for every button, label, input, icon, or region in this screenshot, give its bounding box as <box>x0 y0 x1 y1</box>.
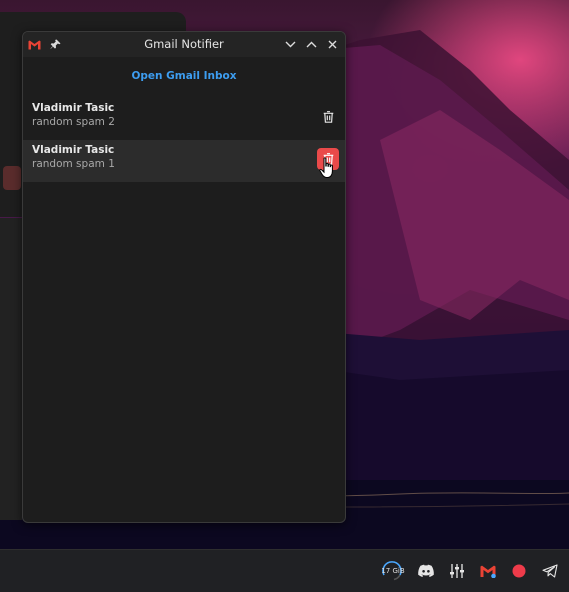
email-item[interactable]: Vladimir Tasic random spam 2 <box>23 98 345 140</box>
email-sender: Vladimir Tasic <box>32 102 115 114</box>
gmail-logo-icon <box>28 40 41 50</box>
background-window-button <box>3 166 21 190</box>
titlebar-left <box>23 39 88 50</box>
hand-pointer-cursor <box>319 157 333 178</box>
email-sender: Vladimir Tasic <box>32 144 115 156</box>
email-subject: random spam 2 <box>32 116 115 128</box>
gmail-icon[interactable] <box>477 560 499 582</box>
email-subject: random spam 1 <box>32 158 115 170</box>
titlebar: Gmail Notifier <box>23 32 345 57</box>
pin-icon[interactable] <box>50 39 61 50</box>
delete-button[interactable] <box>317 106 339 128</box>
chevron-down-icon[interactable] <box>282 36 299 53</box>
memory-label: 17 GiB <box>381 567 405 575</box>
memory-indicator-icon[interactable]: 17 GiB <box>380 560 406 582</box>
email-item[interactable]: Vladimir Tasic random spam 1 <box>23 140 345 182</box>
record-icon[interactable] <box>508 560 530 582</box>
email-list: Vladimir Tasic random spam 2 Vladimir Ta… <box>23 98 345 182</box>
telegram-icon[interactable] <box>539 560 561 582</box>
close-icon[interactable] <box>324 36 341 53</box>
trash-icon <box>323 111 334 123</box>
window-controls <box>282 32 341 57</box>
audio-mixer-icon[interactable] <box>446 560 468 582</box>
background-window-edge <box>0 218 22 520</box>
system-tray: 17 GiB <box>380 550 561 592</box>
open-gmail-inbox-link[interactable]: Open Gmail Inbox <box>23 68 345 84</box>
chevron-up-icon[interactable] <box>303 36 320 53</box>
taskbar: 17 GiB <box>0 549 569 592</box>
gmail-notifier-window: Gmail Notifier Open Gmail Inbox Vladimir… <box>22 31 346 523</box>
discord-icon[interactable] <box>415 560 437 582</box>
